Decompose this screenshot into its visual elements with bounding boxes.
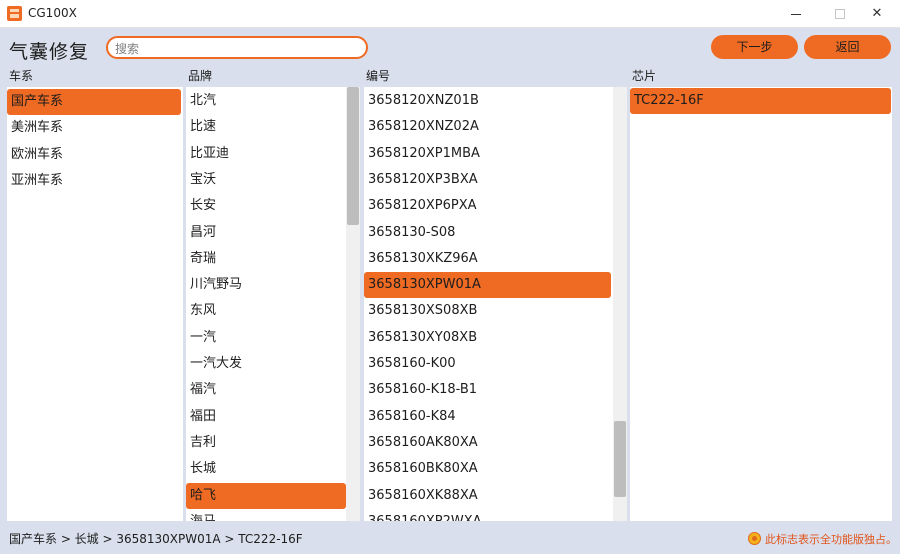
code-list-item[interactable]: 3658120XNZ02A xyxy=(364,114,611,140)
code-list-item[interactable]: 3658160-K00 xyxy=(364,351,611,377)
series-list-item[interactable]: 欧洲车系 xyxy=(7,142,181,168)
brand-list-item[interactable]: 哈飞 xyxy=(186,482,346,509)
breadcrumb: 国产车系 > 长城 > 3658130XPW01A > TC222-16F xyxy=(9,532,303,546)
series-list-item[interactable]: 美洲车系 xyxy=(7,115,181,141)
back-button[interactable]: 返回 xyxy=(804,35,891,59)
code-column-label: 编号 xyxy=(366,69,391,83)
search-input[interactable] xyxy=(108,39,366,59)
code-list-item[interactable]: 3658130XS08XB xyxy=(364,298,611,324)
brand-list-item[interactable]: 北汽 xyxy=(186,88,346,114)
code-list-item[interactable]: 3658130XY08XB xyxy=(364,325,611,351)
brand-list: 北汽比速比亚迪宝沃长安昌河奇瑞川汽野马东风一汽一汽大发福汽福田吉利长城哈飞海马 xyxy=(186,87,360,521)
status-bar: 国产车系 > 长城 > 3658130XPW01A > TC222-16F 此标… xyxy=(0,524,900,554)
brand-list-item[interactable]: 比亚迪 xyxy=(186,141,346,167)
brand-list-item[interactable]: 福汽 xyxy=(186,377,346,403)
code-list-item[interactable]: 3658120XP3BXA xyxy=(364,167,611,193)
brand-list-item[interactable]: 宝沃 xyxy=(186,167,346,193)
window-title: CG100X xyxy=(28,6,77,20)
chip-list-item[interactable]: TC222-16F xyxy=(630,88,891,114)
app-logo-icon xyxy=(7,6,22,21)
series-list-item[interactable]: 国产车系 xyxy=(7,89,181,115)
brand-list-item[interactable]: 川汽野马 xyxy=(186,272,346,298)
brand-list-item[interactable]: 奇瑞 xyxy=(186,246,346,272)
series-list: 国产车系 美洲车系 欧洲车系 亚洲车系 xyxy=(7,87,183,521)
maximize-icon xyxy=(835,9,845,19)
code-list-item[interactable]: 3658130XKZ96A xyxy=(364,246,611,272)
next-step-button[interactable]: 下一步 xyxy=(711,35,798,59)
code-list-item[interactable]: 3658120XP1MBA xyxy=(364,141,611,167)
brand-list-item[interactable]: 昌河 xyxy=(186,220,346,246)
code-list-item[interactable]: 3658130-S08 xyxy=(364,220,611,246)
search-box[interactable] xyxy=(106,36,368,59)
code-list-item[interactable]: 3658120XNZ01B xyxy=(364,88,611,114)
title-bar: CG100X ✕ xyxy=(0,0,900,28)
brand-list-item[interactable]: 比速 xyxy=(186,114,346,140)
status-note: 此标志表示全功能版独占。 xyxy=(765,533,897,546)
code-scrollbar[interactable] xyxy=(613,87,627,521)
code-list-item[interactable]: 3658130XPW01A xyxy=(364,272,611,299)
code-list-item[interactable]: 3658160-K18-B1 xyxy=(364,377,611,403)
close-icon: ✕ xyxy=(871,6,883,21)
series-column-label: 车系 xyxy=(9,69,34,83)
close-button[interactable]: ✕ xyxy=(854,0,900,28)
minimize-button[interactable] xyxy=(773,0,819,28)
brand-scrollbar-thumb[interactable] xyxy=(347,87,359,225)
brand-list-item[interactable]: 一汽大发 xyxy=(186,351,346,377)
brand-list-item[interactable]: 一汽 xyxy=(186,325,346,351)
brand-list-item[interactable]: 东风 xyxy=(186,298,346,324)
full-version-badge-icon xyxy=(748,532,761,545)
code-list-item[interactable]: 3658160XP2WXA xyxy=(364,509,611,521)
chip-list: TC222-16F xyxy=(630,87,892,521)
brand-scrollbar[interactable] xyxy=(346,87,360,521)
code-list-item[interactable]: 3658160AK80XA xyxy=(364,430,611,456)
brand-list-item[interactable]: 吉利 xyxy=(186,430,346,456)
brand-list-item[interactable]: 福田 xyxy=(186,404,346,430)
code-list-item[interactable]: 3658120XP6PXA xyxy=(364,193,611,219)
page-title: 气囊修复 xyxy=(9,41,90,63)
brand-list-item[interactable]: 长安 xyxy=(186,193,346,219)
minimize-icon xyxy=(791,14,801,15)
code-list: 3658120XNZ01B 3658120XNZ02A 3658120XP1MBA 3… xyxy=(364,87,627,521)
brand-column-label: 品牌 xyxy=(188,69,213,83)
series-list-item[interactable]: 亚洲车系 xyxy=(7,168,181,194)
code-list-item[interactable]: 3658160-K84 xyxy=(364,404,611,430)
chip-column-label: 芯片 xyxy=(632,69,657,83)
code-scrollbar-thumb[interactable] xyxy=(614,421,626,497)
code-list-item[interactable]: 3658160BK80XA xyxy=(364,456,611,482)
code-list-item[interactable]: 3658160XK88XA xyxy=(364,483,611,509)
brand-list-item[interactable]: 海马 xyxy=(186,509,346,521)
brand-list-item[interactable]: 长城 xyxy=(186,456,346,482)
